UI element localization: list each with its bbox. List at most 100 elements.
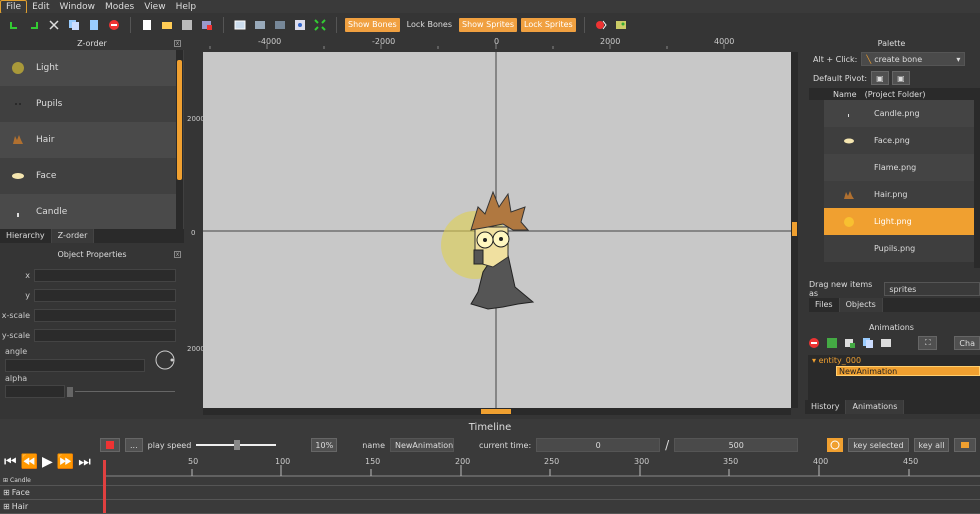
angle-dial-icon[interactable] [153, 348, 177, 372]
tab-animations[interactable]: Animations [846, 400, 905, 414]
record-icon[interactable] [593, 17, 609, 33]
redo-icon[interactable] [26, 17, 42, 33]
palette-file-flame[interactable]: Flame.png [824, 154, 974, 181]
zorder-item-pupils[interactable]: Pupils [0, 86, 176, 122]
paste-icon[interactable] [86, 17, 102, 33]
show-sprites-toggle[interactable]: Show Sprites [459, 17, 518, 32]
playhead[interactable] [103, 476, 106, 513]
new-file-icon[interactable] [139, 17, 155, 33]
step-forward-icon[interactable]: ⏩ [57, 454, 74, 470]
settings-icon[interactable] [292, 17, 308, 33]
zorder-item-face[interactable]: Face [0, 158, 176, 194]
play-speed-slider[interactable] [196, 440, 277, 450]
step-back-icon[interactable]: ⏪ [21, 454, 38, 470]
palette-file-hair[interactable]: Hair.png [824, 181, 974, 208]
track-face[interactable]: ⊞ Face [0, 486, 980, 500]
zorder-scrollbar[interactable] [176, 50, 183, 230]
menu-modes[interactable]: Modes [100, 1, 139, 13]
palette-file-pupils[interactable]: Pupils.png [824, 235, 974, 262]
skip-to-end-icon[interactable]: ⏭ [78, 454, 91, 470]
copy-icon[interactable] [66, 17, 82, 33]
export-icon[interactable] [199, 17, 215, 33]
canvas-v-scroll-thumb[interactable] [792, 222, 797, 236]
palette-file-light[interactable]: Light.png [824, 208, 974, 235]
y-field[interactable] [34, 288, 176, 302]
tab-files[interactable]: Files [809, 298, 840, 312]
track-candle[interactable]: ⊞ Candle [0, 476, 980, 486]
key-all-button[interactable]: key all [913, 438, 950, 452]
entity-row[interactable]: ▾ entity_000 [808, 355, 980, 366]
zorder-item-light[interactable]: Light [0, 50, 176, 86]
zorder-scroll-thumb[interactable] [177, 60, 182, 180]
pivot-button-2[interactable]: ▣ [892, 71, 911, 85]
zorder-item-candle[interactable]: Candle [0, 194, 176, 230]
undo-icon[interactable] [6, 17, 22, 33]
current-time-field[interactable]: 0 [536, 438, 661, 452]
menu-edit[interactable]: Edit [27, 1, 54, 13]
tab-zorder[interactable]: Z-order [51, 229, 95, 243]
alt-click-dropdown[interactable]: ╲ create bone ▾ [861, 52, 966, 66]
rename-icon[interactable] [878, 335, 893, 351]
play-speed-handle[interactable] [234, 440, 241, 450]
palette-file-candle[interactable]: Candle.png [824, 100, 974, 127]
keyframe-mode-button[interactable] [827, 438, 844, 452]
alpha-slider-handle[interactable] [67, 386, 73, 397]
y-scale-field[interactable] [34, 328, 176, 342]
track-hair[interactable]: ⊞ Hair [0, 500, 980, 514]
tab-objects[interactable]: Objects [839, 298, 883, 312]
canvas-h-scrollbar[interactable] [203, 408, 791, 415]
palette-scrollbar[interactable] [974, 88, 980, 268]
duplicate-icon[interactable] [860, 335, 875, 351]
frame-icon[interactable] [272, 17, 288, 33]
time-ruler-label: 150 [365, 457, 381, 466]
key-selected-button[interactable]: key selected [848, 438, 909, 452]
drag-as-dropdown[interactable]: sprites [884, 282, 980, 296]
cut-icon[interactable] [46, 17, 62, 33]
pivot-button-1[interactable]: ▣ [871, 71, 890, 85]
tab-hierarchy[interactable]: Hierarchy [0, 229, 52, 243]
close-icon[interactable]: x [174, 40, 181, 47]
menu-help[interactable]: Help [171, 1, 202, 13]
menu-file[interactable]: File [0, 0, 28, 14]
canvas-icon[interactable] [252, 17, 268, 33]
x-field[interactable] [34, 268, 176, 282]
alpha-slider-track[interactable] [75, 391, 175, 392]
play-icon[interactable]: ▶ [42, 454, 53, 470]
drag-as-value: sprites [889, 284, 917, 294]
close-icon[interactable]: x [174, 251, 181, 258]
expand-button[interactable]: ⛶ [918, 336, 938, 350]
open-folder-icon[interactable] [159, 17, 175, 33]
lock-bones-toggle[interactable]: Lock Bones [404, 18, 455, 32]
animation-item[interactable]: NewAnimation [836, 366, 980, 376]
menu-window[interactable]: Window [55, 1, 101, 13]
show-bones-toggle[interactable]: Show Bones [345, 17, 400, 32]
menu-view[interactable]: View [139, 1, 170, 13]
more-button[interactable]: ... [125, 438, 143, 452]
lock-sprites-toggle[interactable]: Lock Sprites [521, 17, 576, 32]
col-name: Name [833, 89, 857, 99]
canvas-v-scrollbar[interactable] [791, 52, 798, 408]
add-entity-icon[interactable] [825, 335, 840, 351]
chain-button[interactable]: Cha [954, 336, 980, 350]
fit-view-icon[interactable] [312, 17, 328, 33]
save-icon[interactable] [179, 17, 195, 33]
palette-file-face[interactable]: Face.png [824, 127, 974, 154]
animation-length-field[interactable]: 500 [674, 438, 799, 452]
delete-animation-icon[interactable] [807, 335, 822, 351]
scene-canvas[interactable] [203, 52, 791, 408]
x-scale-field[interactable] [34, 308, 176, 322]
tab-history[interactable]: History [805, 400, 847, 414]
alpha-field[interactable] [5, 385, 65, 398]
canvas-h-scroll-thumb[interactable] [481, 409, 511, 414]
keyframe-settings-button[interactable] [954, 438, 977, 452]
record-button[interactable] [100, 438, 120, 452]
play-speed-value[interactable]: 10% [311, 438, 338, 452]
delete-icon[interactable] [106, 17, 122, 33]
angle-slider[interactable] [5, 359, 145, 372]
animation-name-field[interactable]: NewAnimation [389, 438, 454, 452]
add-animation-icon[interactable] [843, 335, 858, 351]
zorder-item-hair[interactable]: Hair [0, 122, 176, 158]
window-icon[interactable] [232, 17, 248, 33]
image-icon[interactable] [613, 17, 629, 33]
skip-to-start-icon[interactable]: ⏮ [4, 454, 17, 470]
